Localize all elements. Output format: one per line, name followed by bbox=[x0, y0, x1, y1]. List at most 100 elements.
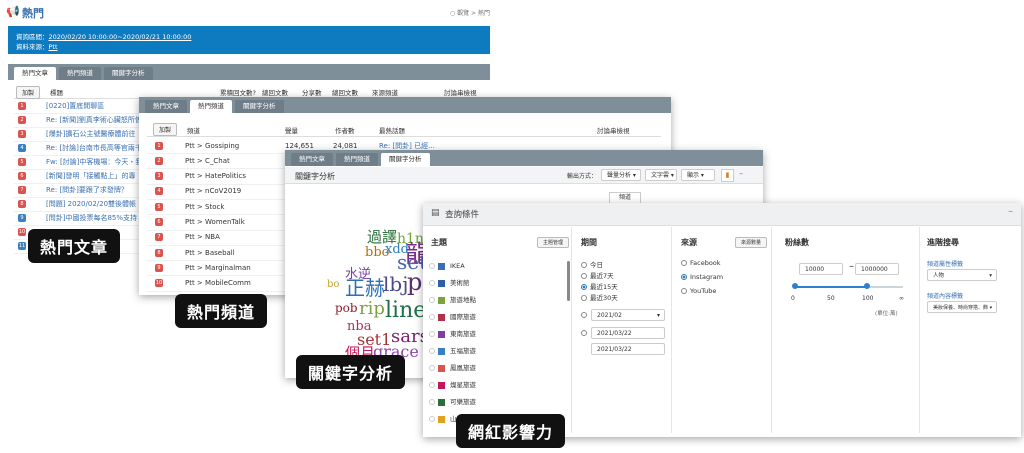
source-count-button[interactable]: 來源數量 bbox=[735, 237, 768, 248]
topic-item[interactable]: 燦星旅遊 bbox=[429, 378, 476, 393]
topic-radio[interactable] bbox=[429, 399, 435, 405]
topic-radio[interactable] bbox=[429, 280, 435, 286]
channel-name[interactable]: Ptt > Gossiping bbox=[185, 142, 239, 150]
topic-radio[interactable] bbox=[429, 314, 435, 320]
col-volume: 聲量 bbox=[285, 127, 298, 135]
article-title-link[interactable]: [問題] 2020/02/20雙後體帳 bbox=[46, 199, 136, 209]
source-radio[interactable] bbox=[681, 274, 687, 280]
fans-header: 粉絲數 bbox=[785, 238, 809, 247]
channel-name[interactable]: Ptt > Stock bbox=[185, 203, 224, 211]
period-radio[interactable] bbox=[581, 284, 587, 290]
period-radio[interactable] bbox=[581, 295, 587, 301]
channel-attr-select[interactable]: 人物 ▾ bbox=[927, 269, 997, 281]
date-start-input[interactable]: 2021/03/22 bbox=[591, 327, 665, 339]
cloud-word[interactable]: pob bbox=[335, 302, 358, 314]
channel-name[interactable]: Ptt > HatePolitics bbox=[185, 172, 246, 180]
topic-radio[interactable] bbox=[429, 382, 435, 388]
date-radio[interactable] bbox=[581, 329, 590, 337]
source-option[interactable]: Facebook bbox=[681, 259, 721, 267]
topic-item[interactable]: 鳳凰旅遊 bbox=[429, 361, 476, 376]
article-title-link[interactable]: [新聞]發明「接觸點上」的專 bbox=[46, 171, 135, 181]
channel-name[interactable]: Ptt > WomenTalk bbox=[185, 218, 245, 226]
topic-scrollbar[interactable] bbox=[567, 261, 570, 301]
analysis-select[interactable]: 聲量分析 ▾ bbox=[601, 169, 641, 181]
date-end-input[interactable]: 2021/03/22 bbox=[591, 343, 665, 355]
period-option[interactable]: 最近7天 bbox=[581, 270, 614, 280]
cloud-word[interactable]: rip bbox=[359, 300, 385, 318]
topic-item[interactable]: 東南旅遊 bbox=[429, 327, 476, 342]
collapse-icon[interactable]: – bbox=[739, 169, 743, 178]
chart-icon[interactable]: ▮ bbox=[721, 169, 734, 182]
tab-hot-articles[interactable]: 熱門文章 bbox=[14, 67, 56, 80]
fans-range-slider[interactable] bbox=[792, 283, 903, 291]
channel-name[interactable]: Ptt > C_Chat bbox=[185, 157, 230, 165]
tab-hot-articles[interactable]: 熱門文章 bbox=[145, 100, 187, 113]
article-title-link[interactable]: Re: [新聞]劉真李術心臟怒所係 bbox=[46, 115, 142, 125]
topic-radio[interactable] bbox=[429, 297, 435, 303]
tab-hot-channels[interactable]: 熱門頻道 bbox=[59, 67, 101, 80]
slider-handle-min[interactable] bbox=[792, 283, 799, 289]
fans-max-input[interactable]: 1000000 bbox=[855, 263, 899, 275]
topic-item[interactable]: 山 bbox=[429, 412, 457, 427]
article-title-link[interactable]: [0220]置底閒聊區 bbox=[46, 101, 104, 111]
period-label: 資詢區間： bbox=[16, 33, 49, 41]
topic-item[interactable]: 國際旅遊 bbox=[429, 310, 476, 325]
period-radio[interactable] bbox=[581, 262, 587, 268]
channel-name[interactable]: Ptt > Marginalman bbox=[185, 264, 251, 272]
chart-type-select[interactable]: 文字雲 ▾ bbox=[645, 169, 677, 181]
source-value[interactable]: Ptt bbox=[49, 43, 58, 51]
fans-min-input[interactable]: 10000 bbox=[799, 263, 843, 275]
source-option[interactable]: Instagram bbox=[681, 273, 723, 281]
article-title-link[interactable]: Fw: [討論]中客機場：今天・我 bbox=[46, 157, 142, 167]
topic-radio[interactable] bbox=[429, 263, 435, 269]
topic-radio[interactable] bbox=[429, 416, 435, 422]
cloud-word[interactable]: 正赫 bbox=[345, 278, 385, 298]
slider-handle-max[interactable] bbox=[863, 283, 870, 289]
cloud-word[interactable]: line bbox=[385, 300, 426, 322]
article-title-link[interactable]: [爆卦]擴石公主號醫療體前往 bbox=[46, 129, 135, 139]
period-option[interactable]: 最近15天 bbox=[581, 281, 618, 291]
cloud-word[interactable]: bo bbox=[327, 280, 339, 290]
source-radio[interactable] bbox=[681, 288, 687, 294]
channel-name[interactable]: Ptt > nCoV2019 bbox=[185, 187, 241, 195]
article-title-link[interactable]: Re: [問卦]要跟了求發牌？ bbox=[46, 185, 128, 195]
topic-radio[interactable] bbox=[429, 348, 435, 354]
tab-keyword-analysis[interactable]: 關鍵字分析 bbox=[104, 67, 153, 80]
tab-keyword-analysis[interactable]: 關鍵字分析 bbox=[381, 153, 430, 166]
period-option[interactable]: 最近30天 bbox=[581, 292, 618, 302]
period-radio[interactable] bbox=[581, 273, 587, 279]
article-title-link[interactable]: [問卦]中國投票每名85%支持 bbox=[46, 213, 137, 223]
source-option[interactable]: YouTube bbox=[681, 287, 716, 295]
add-button[interactable]: 加製 bbox=[16, 86, 41, 99]
topic-item[interactable]: IKEA bbox=[429, 259, 465, 274]
cloud-word[interactable]: p bbox=[407, 270, 422, 294]
topic-radio[interactable] bbox=[429, 365, 435, 371]
minimize-icon[interactable]: – bbox=[1008, 206, 1013, 217]
month-select[interactable]: 2021/02 ▾ bbox=[591, 309, 665, 321]
channel-content-select[interactable]: 美妝保養、時尚穿搭、飾 ▾ bbox=[927, 301, 997, 313]
breadcrumb-home[interactable]: 觀覽 bbox=[457, 10, 469, 17]
topic-item[interactable]: 美術館 bbox=[429, 276, 470, 291]
article-title-link[interactable]: Re: [討論]台南市長高等官兩千 bbox=[46, 143, 142, 153]
month-radio[interactable] bbox=[581, 311, 590, 319]
channel-name[interactable]: Ptt > MobileComm bbox=[185, 279, 251, 287]
source-radio[interactable] bbox=[681, 260, 687, 266]
rank-badge: 1 bbox=[155, 141, 163, 150]
cloud-word[interactable]: lbj bbox=[383, 274, 408, 294]
channel-name[interactable]: Ptt > NBA bbox=[185, 233, 220, 241]
channel-name[interactable]: Ptt > Baseball bbox=[185, 249, 235, 257]
tab-hot-channels[interactable]: 熱門頻道 bbox=[190, 100, 232, 113]
tab-hot-channels[interactable]: 熱門頻道 bbox=[336, 153, 378, 166]
hot-topic-link[interactable]: Re: [問卦] 已經... bbox=[379, 141, 435, 151]
display-select[interactable]: 顯示 ▾ bbox=[681, 169, 715, 181]
topic-radio[interactable] bbox=[429, 331, 435, 337]
tab-hot-articles[interactable]: 熱門文章 bbox=[291, 153, 333, 166]
tab-keyword-analysis[interactable]: 關鍵字分析 bbox=[235, 100, 284, 113]
topic-item[interactable]: 可樂旅遊 bbox=[429, 395, 476, 410]
add-button[interactable]: 加製 bbox=[153, 123, 178, 136]
topic-item[interactable]: 旅遊地點 bbox=[429, 293, 476, 308]
topic-item[interactable]: 五福旅遊 bbox=[429, 344, 476, 359]
period-value[interactable]: 2020/02/20 10:00:00~2020/02/21 10:00:00 bbox=[49, 33, 192, 41]
topic-manage-button[interactable]: 主題管理 bbox=[537, 237, 570, 248]
period-option[interactable]: 今日 bbox=[581, 259, 603, 269]
